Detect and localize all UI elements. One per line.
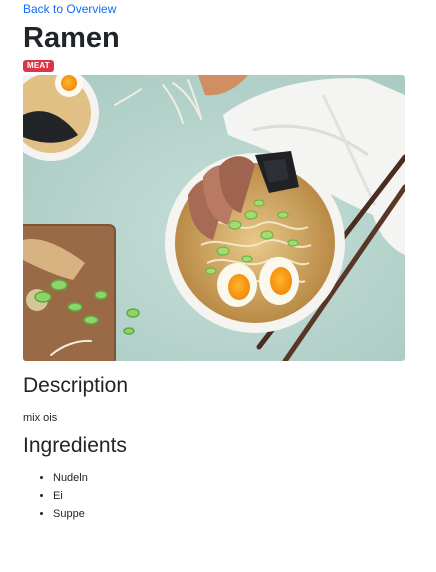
back-to-overview-link[interactable]: Back to Overview [23, 2, 116, 16]
recipe-detail-page: Back to Overview Ramen MEAT Description … [0, 0, 436, 523]
recipe-title: Ramen [23, 22, 120, 54]
category-badge: MEAT [23, 60, 54, 72]
ingredient-item: Suppe [53, 505, 405, 523]
recipe-image [23, 75, 405, 361]
ingredient-item: Nudeln [53, 469, 405, 487]
ingredient-item: Ei [53, 487, 405, 505]
description-heading: Description [23, 374, 129, 397]
ramen-photo [23, 75, 405, 361]
ingredients-heading: Ingredients [23, 434, 127, 457]
description-text: mix ois [23, 412, 58, 424]
ingredients-list: Nudeln Ei Suppe [23, 469, 405, 523]
